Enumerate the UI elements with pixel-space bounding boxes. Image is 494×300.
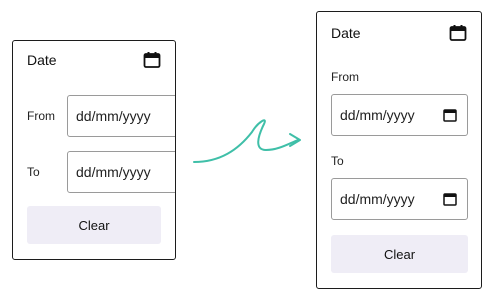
from-date-input[interactable]: dd/mm/yyyy	[67, 95, 175, 137]
to-date-input[interactable]: dd/mm/yyyy	[67, 151, 175, 193]
calendar-icon[interactable]	[143, 51, 161, 69]
calendar-icon[interactable]	[449, 24, 467, 42]
to-date-placeholder: dd/mm/yyyy	[76, 164, 151, 180]
from-date-input[interactable]: dd/mm/yyyy	[331, 94, 468, 136]
card-header: Date	[317, 24, 481, 42]
to-date-input[interactable]: dd/mm/yyyy	[331, 178, 468, 220]
from-date-placeholder: dd/mm/yyyy	[76, 108, 151, 124]
to-label: To	[27, 165, 40, 179]
from-label: From	[27, 109, 55, 123]
calendar-icon[interactable]	[443, 108, 457, 122]
card-title: Date	[331, 25, 361, 41]
date-filter-card-narrow: Date From dd/mm/yyyy To dd/mm/yyyy Clear	[12, 40, 176, 260]
clear-button[interactable]: Clear	[331, 235, 468, 273]
clear-button[interactable]: Clear	[27, 206, 161, 244]
calendar-icon[interactable]	[443, 192, 457, 206]
to-date-placeholder: dd/mm/yyyy	[340, 191, 415, 207]
date-filter-card-wide: Date From dd/mm/yyyy To dd/mm/yyyy Clear	[316, 11, 482, 289]
to-label: To	[331, 154, 344, 168]
from-label: From	[331, 70, 359, 84]
curly-arrow-icon	[193, 119, 301, 163]
card-title: Date	[27, 52, 57, 68]
card-header: Date	[13, 51, 175, 69]
from-date-placeholder: dd/mm/yyyy	[340, 107, 415, 123]
